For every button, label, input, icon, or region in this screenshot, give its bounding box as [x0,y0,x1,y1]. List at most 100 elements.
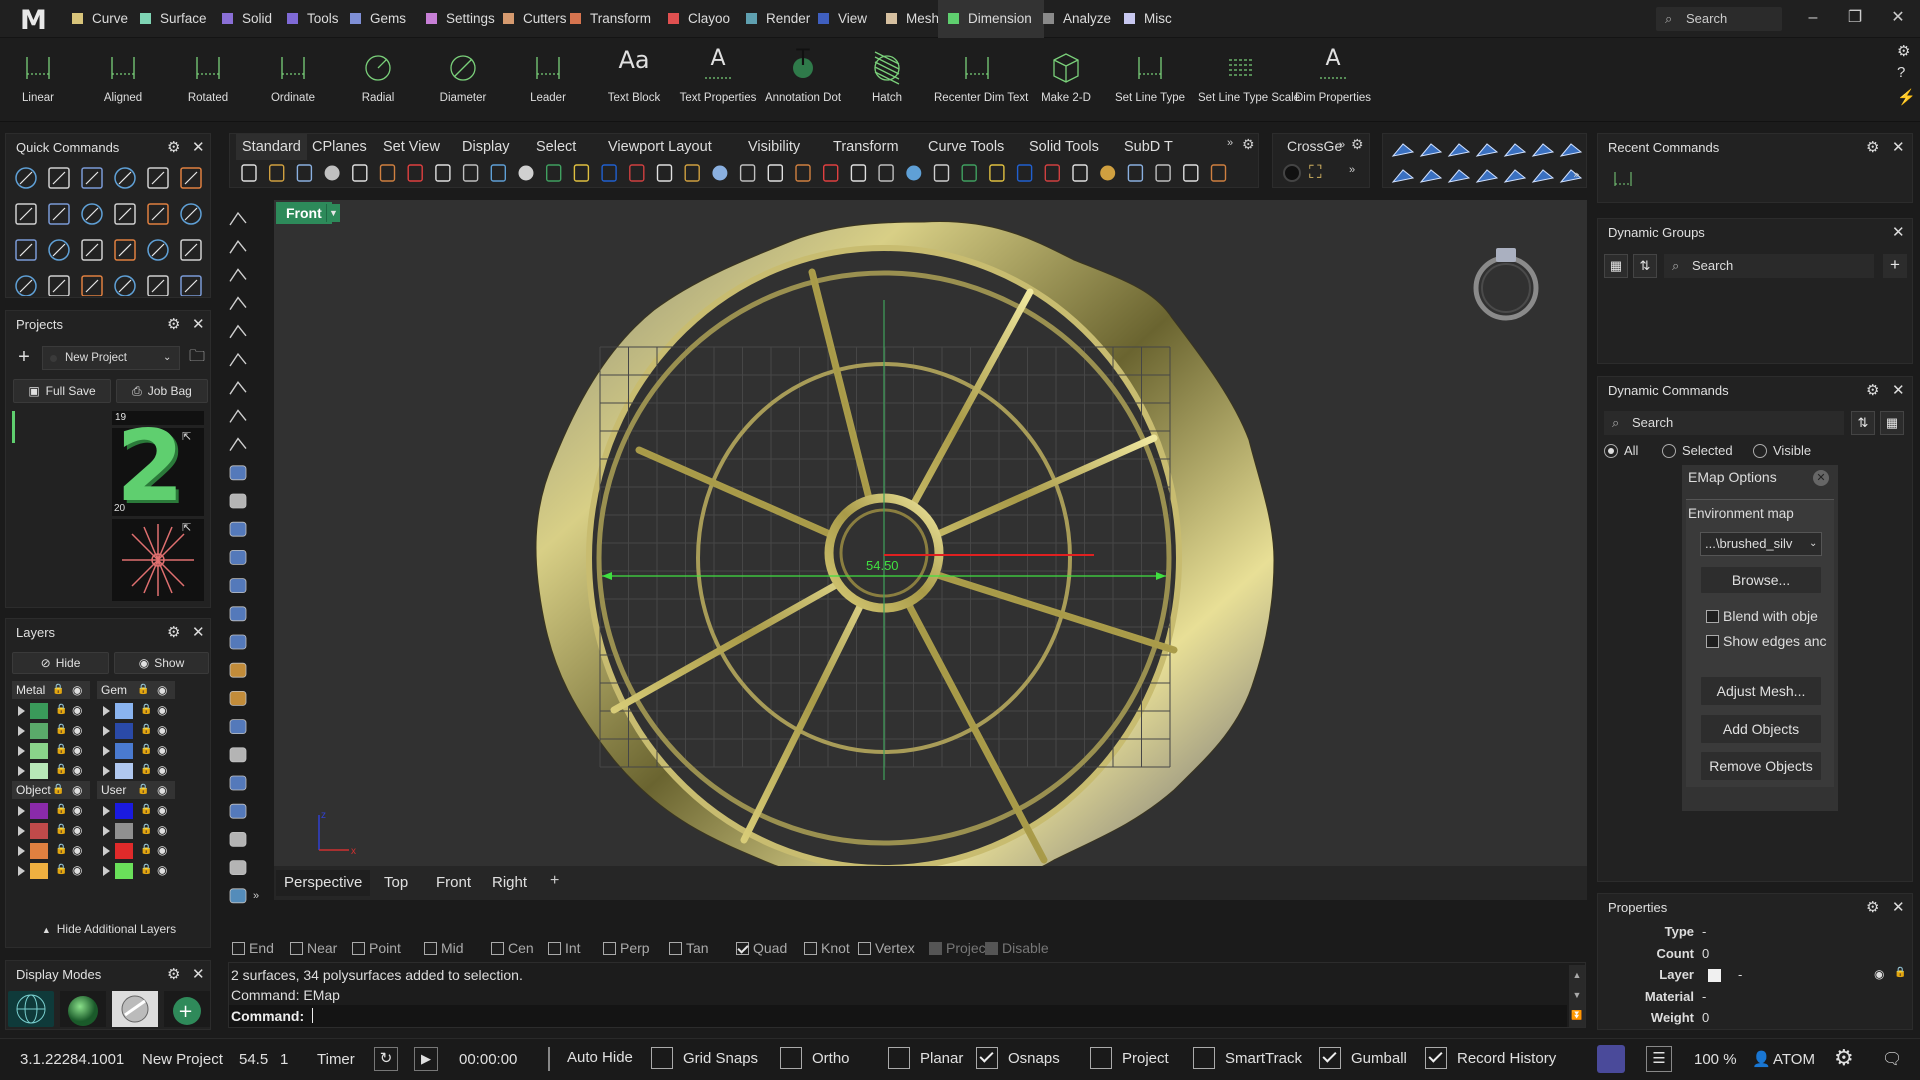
browse-button[interactable]: Browse... [1700,566,1822,594]
command-scrollbar[interactable]: ▲ ▼ ⏬ [1569,965,1585,1027]
ribbon-recenter-dim-text-button[interactable]: Recenter Dim Text [934,44,1028,118]
eye-icon[interactable]: ◉ [72,743,82,757]
play-icon[interactable]: ▶ [414,1047,438,1071]
ghosted-mode-icon[interactable]: + [164,991,210,1027]
list-icon[interactable]: ☰ [1646,1046,1672,1072]
osnap-checkbox[interactable] [491,942,504,955]
eye-icon[interactable]: ◉ [72,803,82,817]
add-viewport-icon[interactable]: + [550,872,559,890]
layer-group-header[interactable]: Metal 🔒 ◉ [12,681,90,699]
lock-icon[interactable]: 🔒 [55,724,67,735]
radio-button[interactable] [1662,444,1676,458]
viewport-tab-perspective[interactable]: Perspective [276,870,371,896]
ribbon-make-2-d-button[interactable]: Make 2-D [1023,44,1109,118]
lock-icon[interactable]: 🔒 [52,681,64,699]
close-icon[interactable]: ✕ [1892,219,1905,247]
gear-icon[interactable]: ⚙ [1866,134,1879,162]
gear-icon[interactable]: ⚙ [1866,894,1879,922]
lock-icon[interactable]: 🔒 [140,844,152,855]
eye-icon[interactable]: ◉ [157,863,167,877]
lock-icon[interactable]: 🔒 [55,824,67,835]
tab-select[interactable]: Select [530,134,582,160]
osnap-perp[interactable]: Perp [603,940,650,956]
toggle-project[interactable]: Project [1090,1047,1169,1069]
expand-icon[interactable] [18,826,25,836]
osnap-point[interactable]: Point [352,940,401,956]
viewport-tab-front[interactable]: Front [428,870,479,896]
scroll-up-icon[interactable]: ▲ [1569,965,1585,985]
gear-icon[interactable]: ⚙ [1351,136,1364,153]
more-tabs-icon[interactable]: » [1339,139,1345,151]
eye-icon[interactable]: ◉ [72,723,82,737]
menu-tab-surface[interactable]: Surface [130,0,224,38]
lock-icon[interactable]: 🔒 [140,804,152,815]
eye-icon[interactable]: ◉ [72,703,82,717]
layer-color-swatch[interactable] [115,743,133,759]
layer-color-swatch[interactable] [115,843,133,859]
dynamic-commands-search-input[interactable]: ⌕ Search [1604,411,1844,435]
close-icon[interactable]: ✕ [192,311,205,339]
layer-row[interactable]: 🔒 ◉ [97,761,175,781]
eye-icon[interactable]: ◉ [157,703,167,717]
layer-row[interactable]: 🔒 ◉ [97,861,175,881]
command-input[interactable]: Command: [229,1005,1567,1027]
help-icon[interactable]: ? [1897,64,1905,81]
tab-transform[interactable]: Transform [827,134,905,160]
osnap-checkbox[interactable] [290,942,303,955]
lock-icon[interactable]: 🔒 [55,804,67,815]
folder-icon[interactable]: 🗀 [185,346,209,370]
lock-icon[interactable]: 🔒 [140,704,152,715]
zoom-level[interactable]: 100 % [1694,1051,1737,1068]
eye-icon[interactable]: ◉ [72,843,82,857]
gear-icon[interactable]: ⚙ [167,619,180,647]
lock-icon[interactable]: 🔒 [52,781,64,799]
filter-visible[interactable]: Visible [1753,443,1811,458]
lock-icon[interactable]: 🔒 [55,864,67,875]
vertical-toolbar[interactable] [222,205,266,910]
layer-color-swatch[interactable] [30,823,48,839]
tab-standard[interactable]: Standard [236,134,307,160]
expand-icon[interactable] [103,866,110,876]
osnap-checkbox[interactable] [352,942,365,955]
toggle-checkbox[interactable] [1319,1047,1341,1069]
layer-color-swatch[interactable] [115,723,133,739]
layer-group-header[interactable]: User 🔒 ◉ [97,781,175,799]
full-save-button[interactable]: ▣ Full Save [13,379,111,403]
layer-row[interactable]: 🔒 ◉ [12,821,90,841]
gear-icon[interactable]: ⚙ [1242,136,1255,153]
ribbon-text-properties-button[interactable]: A Text Properties [675,44,761,118]
layer-group-header[interactable]: Gem 🔒 ◉ [97,681,175,699]
lock-icon[interactable]: 🔒 [140,864,152,875]
osnap-vertex[interactable]: Vertex [858,940,915,956]
blend-checkbox[interactable]: Blend with obje [1706,608,1834,624]
toggle-gumball[interactable]: Gumball [1319,1047,1407,1069]
layer-color-swatch[interactable] [1708,969,1721,982]
osnap-checkbox[interactable] [669,942,682,955]
layer-row[interactable]: 🔒 ◉ [97,821,175,841]
osnap-quad[interactable]: Quad [736,940,787,956]
calendar-icon[interactable]: ▦ [1880,411,1904,435]
layer-color-swatch[interactable] [115,803,133,819]
osnap-checkbox[interactable] [929,942,942,955]
more-tools-icon[interactable]: » [253,890,259,902]
osnap-checkbox[interactable] [424,942,437,955]
close-icon[interactable]: ✕ [1888,8,1908,28]
expand-icon[interactable] [103,826,110,836]
shaded-mode-icon[interactable] [60,991,106,1027]
layer-row[interactable]: 🔒 ◉ [12,721,90,741]
eye-icon[interactable]: ◉ [1874,967,1884,981]
ribbon-rotated-button[interactable]: Rotated [165,44,251,118]
ribbon-aligned-button[interactable]: Aligned [80,44,166,118]
wireframe-mode-icon[interactable] [8,991,54,1027]
toggle-record-history[interactable]: Record History [1425,1047,1556,1069]
expand-icon[interactable] [18,866,25,876]
export-icon[interactable]: ⇱ [182,521,191,534]
expand-icon[interactable] [103,746,110,756]
close-icon[interactable]: ✕ [1813,470,1829,486]
eye-icon[interactable]: ◉ [72,681,82,699]
blend-check[interactable] [1706,610,1719,623]
ribbon-radial-button[interactable]: Radial [335,44,421,118]
toggle-checkbox[interactable] [1090,1047,1112,1069]
viewport-tab-right[interactable]: Right [484,870,535,896]
app-switch-icon[interactable] [1597,1045,1625,1073]
